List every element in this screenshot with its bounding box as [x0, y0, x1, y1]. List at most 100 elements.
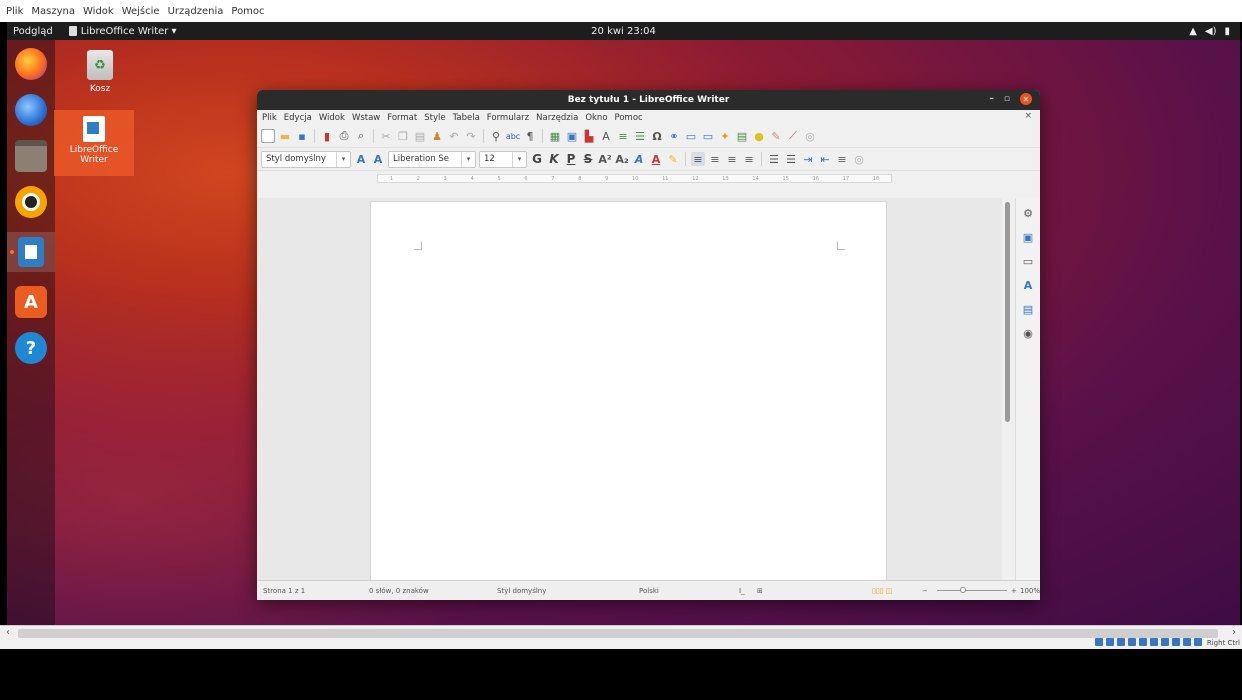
endnote-icon[interactable]: ▭ — [701, 129, 715, 143]
word-count[interactable]: 0 słów, 0 znaków — [369, 587, 429, 595]
bold-button[interactable]: G — [530, 152, 544, 166]
firefox-icon[interactable] — [15, 48, 47, 80]
host-menu-widok[interactable]: Widok — [83, 6, 114, 17]
maximize-button[interactable]: ▫ — [1004, 94, 1010, 104]
libreoffice-writer-icon[interactable] — [10, 237, 44, 267]
audio-status-icon[interactable] — [1117, 638, 1125, 646]
scroll-left-icon[interactable]: ‹ — [6, 627, 10, 638]
host-menu-maszyna[interactable]: Maszyna — [31, 6, 75, 17]
sidebar-settings-icon[interactable]: ⚙ — [1021, 206, 1035, 220]
paste-icon[interactable]: ▤ — [413, 129, 427, 143]
host-scrollbar-thumb[interactable] — [18, 629, 1218, 638]
align-left-icon[interactable]: ≡ — [691, 152, 705, 166]
desktop-trash[interactable]: ♻ Kosz — [75, 50, 125, 94]
mouse-integration-status-icon[interactable] — [1183, 638, 1191, 646]
more-formatting-icon[interactable]: ◎ — [852, 152, 866, 166]
menu-widok[interactable]: Widok — [319, 113, 345, 123]
chevron-down-icon[interactable]: ▾ — [336, 151, 350, 167]
highlight-color-icon[interactable]: ✎ — [666, 152, 680, 166]
activities-button[interactable]: Podgląd — [7, 26, 63, 37]
clone-formatting-icon[interactable]: ♟ — [430, 129, 444, 143]
insert-field-icon[interactable]: ☰ — [633, 129, 647, 143]
vm-status-icons[interactable] — [1095, 638, 1202, 646]
menu-tabela[interactable]: Tabela — [453, 113, 480, 123]
hyperlink-icon[interactable]: ⚭ — [667, 129, 681, 143]
scrollbar-thumb[interactable] — [1005, 202, 1010, 422]
find-replace-icon[interactable]: ⚲ — [489, 129, 503, 143]
copy-icon[interactable]: ❐ — [396, 129, 410, 143]
menu-pomoc[interactable]: Pomoc — [615, 113, 643, 123]
host-menu-wejscie[interactable]: Wejście — [122, 6, 160, 17]
zoom-slider-knob[interactable] — [960, 587, 966, 593]
redo-icon[interactable]: ↷ — [464, 129, 478, 143]
page-style[interactable]: Styl domyślny — [497, 587, 546, 595]
cut-icon[interactable]: ✂ — [379, 129, 393, 143]
selection-mode-icon[interactable]: ⊞ — [757, 587, 763, 595]
recording-status-icon[interactable] — [1172, 638, 1180, 646]
window-titlebar[interactable]: Bez tytułu 1 - LibreOffice Writer – ▫ ✕ — [257, 90, 1040, 110]
menu-plik[interactable]: Plik — [262, 113, 277, 123]
save-icon[interactable]: ▪ — [295, 129, 309, 143]
font-name-combo[interactable]: Liberation Se ▾ — [388, 150, 476, 168]
host-menu-plik[interactable]: Plik — [6, 6, 23, 17]
menu-edycja[interactable]: Edycja — [284, 113, 312, 123]
new-style-icon[interactable]: A — [371, 152, 385, 166]
font-size-combo[interactable]: 12 ▾ — [479, 150, 527, 168]
export-pdf-icon[interactable]: ▮ — [320, 129, 334, 143]
comment-icon[interactable]: ● — [752, 129, 766, 143]
sidebar-gallery-icon[interactable]: ▤ — [1021, 302, 1035, 316]
menu-format[interactable]: Format — [387, 113, 417, 123]
italic-button[interactable]: K — [547, 152, 561, 166]
new-document-icon[interactable] — [261, 129, 275, 143]
font-color-icon[interactable]: A — [649, 152, 663, 166]
document-page[interactable] — [370, 201, 887, 585]
footnote-icon[interactable]: ▭ — [684, 129, 698, 143]
ordered-list-icon[interactable]: ☰ — [784, 152, 798, 166]
menu-formularz[interactable]: Formularz — [487, 113, 529, 123]
line-spacing-icon[interactable]: ≡ — [835, 152, 849, 166]
underline-button[interactable]: P — [564, 152, 578, 166]
sidebar-navigator-icon[interactable]: ◉ — [1021, 326, 1035, 340]
paragraph-style-combo[interactable]: Styl domyślny ▾ — [261, 150, 351, 168]
rhythmbox-icon[interactable] — [15, 186, 47, 218]
insert-table-icon[interactable]: ▦ — [548, 129, 562, 143]
insert-textbox-icon[interactable]: A — [599, 129, 613, 143]
track-changes-icon[interactable]: ✎ — [769, 129, 783, 143]
host-menu-urzadzenia[interactable]: Urządzenia — [168, 6, 224, 17]
insert-mode-icon[interactable]: I_ — [739, 587, 745, 595]
system-tray[interactable]: ▲ ◀) ▮ — [1189, 26, 1230, 37]
ubuntu-software-icon[interactable]: A — [15, 286, 47, 318]
menu-narzedzia[interactable]: Narzędzia — [536, 113, 578, 123]
clear-formatting-icon[interactable]: A — [632, 152, 646, 166]
align-center-icon[interactable]: ≡ — [708, 152, 722, 166]
hdd-status-icon[interactable] — [1095, 638, 1103, 646]
strikethrough-button[interactable]: S — [581, 152, 595, 166]
justify-icon[interactable]: ≡ — [742, 152, 756, 166]
insert-line-icon[interactable]: ⟋ — [786, 129, 800, 143]
minimize-button[interactable]: – — [989, 94, 994, 104]
host-horizontal-scrollbar[interactable]: ‹ › — [0, 625, 1242, 641]
menu-style[interactable]: Style — [424, 113, 445, 123]
bookmark-icon[interactable]: ✦ — [718, 129, 732, 143]
app-menu[interactable]: LibreOffice Writer ▾ — [68, 26, 177, 37]
vertical-scrollbar[interactable] — [1004, 202, 1012, 577]
insert-chart-icon[interactable]: ▙ — [582, 129, 596, 143]
usb-status-icon[interactable] — [1139, 638, 1147, 646]
text-language[interactable]: Polski — [639, 587, 659, 595]
shared-folders-status-icon[interactable] — [1150, 638, 1158, 646]
open-folder-icon[interactable]: ▬ — [278, 129, 292, 143]
undo-icon[interactable]: ↶ — [447, 129, 461, 143]
host-menu-pomoc[interactable]: Pomoc — [231, 6, 264, 17]
superscript-icon[interactable]: A² — [598, 152, 612, 166]
spelling-icon[interactable]: abc — [506, 129, 520, 143]
zoom-out-icon[interactable]: − — [922, 587, 928, 595]
display-status-icon[interactable] — [1161, 638, 1169, 646]
align-right-icon[interactable]: ≡ — [725, 152, 739, 166]
cross-reference-icon[interactable]: ▤ — [735, 129, 749, 143]
help-icon[interactable]: ? — [15, 332, 47, 364]
unordered-list-icon[interactable]: ☰ — [767, 152, 781, 166]
files-icon[interactable] — [15, 140, 47, 172]
sidebar-properties-icon[interactable]: ▣ — [1021, 230, 1035, 244]
close-window-button[interactable]: ✕ — [1020, 93, 1032, 105]
sidebar-page-icon[interactable]: ▭ — [1021, 254, 1035, 268]
